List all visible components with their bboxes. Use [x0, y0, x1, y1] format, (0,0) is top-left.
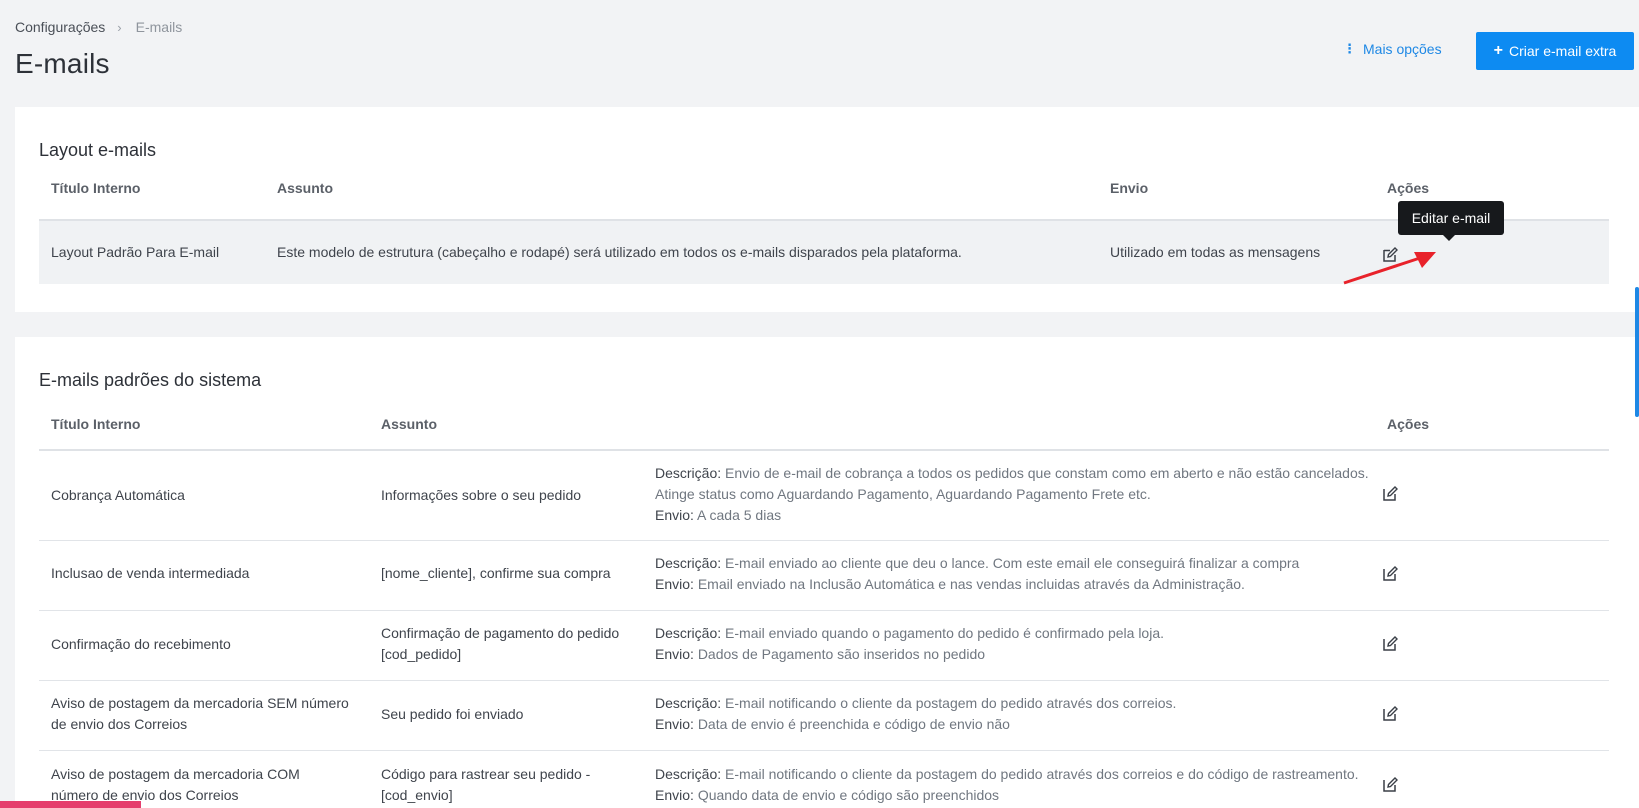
column-header-title: Título Interno [51, 180, 141, 196]
row-divider [39, 610, 1609, 611]
column-header-subject: Assunto [381, 416, 437, 432]
row-description: Descrição: E-mail notificando o cliente … [655, 766, 1359, 803]
kebab-icon: ⋮ [1343, 41, 1356, 56]
layout-emails-title: Layout e-mails [39, 140, 157, 160]
row-description: Descrição: Envio de e-mail de cobrança a… [655, 465, 1369, 523]
edit-icon[interactable] [1382, 566, 1398, 582]
page-title: E-mails [15, 48, 110, 79]
column-header-title: Título Interno [51, 416, 141, 432]
row-subject: Seu pedido foi enviado [381, 706, 524, 722]
row-description: Descrição: E-mail enviado quando o pagam… [655, 625, 1165, 662]
edit-email-tooltip: Editar e-mail [1398, 201, 1504, 241]
row-send: Utilizado em todas as mensagens [1110, 244, 1321, 260]
annotation-arrow-icon [1343, 252, 1436, 285]
row-title: Cobrança Automática [51, 487, 185, 503]
row-title: Aviso de postagem da mercadoria COM núme… [51, 766, 300, 803]
row-subject: Informações sobre o seu pedido [381, 487, 582, 503]
plus-icon: + [1493, 42, 1503, 59]
column-header-actions: Ações [1387, 416, 1430, 432]
row-subject: [nome_cliente], confirme sua compra [381, 565, 611, 581]
row-divider [39, 750, 1609, 751]
more-options-label: Mais opções [1363, 41, 1442, 57]
scrollbar-thumb[interactable] [1635, 287, 1639, 417]
row-title: Layout Padrão Para E-mail [51, 244, 220, 260]
edit-icon[interactable] [1382, 636, 1398, 652]
row-title: Inclusao de venda intermediada [51, 565, 250, 581]
row-subject: Este modelo de estrutura (cabeçalho e ro… [277, 244, 962, 260]
row-subject: Código para rastrear seu pedido - [cod_e… [381, 766, 591, 803]
chevron-right-icon: › [117, 19, 122, 35]
row-title: Aviso de postagem da mercadoria SEM núme… [51, 695, 349, 732]
breadcrumb-current: E-mails [135, 19, 183, 35]
row-description: Descrição: E-mail enviado ao cliente que… [655, 555, 1300, 592]
more-options-button[interactable]: ⋮ Mais opções [1343, 41, 1442, 57]
edit-icon[interactable] [1382, 706, 1398, 722]
table-header-divider [39, 449, 1609, 451]
status-strip [0, 801, 141, 808]
system-emails-title: E-mails padrões do sistema [39, 370, 262, 390]
edit-icon[interactable] [1382, 486, 1398, 502]
create-extra-email-button[interactable]: + Criar e-mail extra [1476, 32, 1634, 70]
edit-icon[interactable] [1382, 777, 1398, 793]
system-emails-card: E-mails padrões do sistema Título Intern… [15, 337, 1639, 808]
row-divider [39, 680, 1609, 681]
breadcrumb-root[interactable]: Configurações [15, 19, 105, 35]
breadcrumb: Configurações › E-mails [15, 19, 182, 35]
create-extra-email-label: Criar e-mail extra [1508, 43, 1617, 59]
column-header-actions: Ações [1387, 180, 1430, 196]
column-header-send: Envio [1110, 180, 1149, 196]
row-divider [39, 540, 1609, 541]
row-title: Confirmação do recebimento [51, 636, 231, 652]
row-subject: Confirmação de pagamento do pedido [cod_… [381, 625, 620, 662]
row-description: Descrição: E-mail notificando o cliente … [655, 695, 1177, 732]
column-header-subject: Assunto [277, 180, 333, 196]
